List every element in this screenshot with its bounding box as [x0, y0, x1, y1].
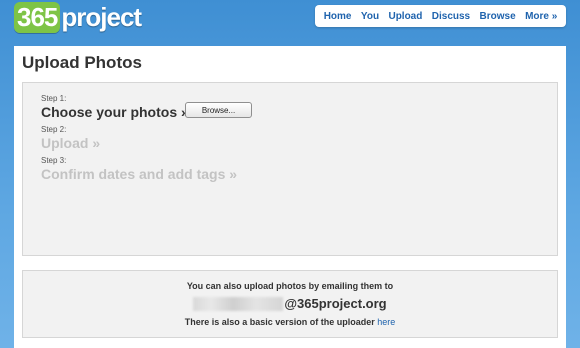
step-1-title: Choose your photos »	[41, 104, 189, 120]
upload-steps-panel: Step 1: Choose your photos » Browse... S…	[22, 82, 558, 256]
redacted-email-user	[193, 296, 284, 311]
step-2: Step 2: Upload »	[41, 125, 100, 151]
nav-home-link[interactable]: Home	[324, 11, 352, 22]
email-upload-panel: You can also upload photos by emailing t…	[22, 270, 558, 338]
basic-uploader-link[interactable]: here	[377, 317, 395, 327]
nav-discuss-link[interactable]: Discuss	[432, 11, 470, 22]
main-nav: Home You Upload Discuss Browse More »	[315, 5, 566, 27]
top-bar: 365 project Home You Upload Discuss Brows…	[0, 0, 580, 46]
page-title: Upload Photos	[22, 53, 142, 72]
step-1: Step 1: Choose your photos »	[41, 94, 189, 120]
step-3-number: Step 3:	[41, 156, 67, 165]
step-1-number: Step 1:	[41, 94, 67, 103]
nav-upload-link[interactable]: Upload	[388, 11, 422, 22]
email-intro-text: You can also upload photos by emailing t…	[186, 281, 394, 291]
basic-uploader-label: There is also a basic version of the upl…	[184, 317, 375, 327]
upload-email-address: @365project.org	[23, 296, 557, 311]
browse-button[interactable]: Browse...	[185, 102, 252, 118]
step-3-title: Confirm dates and add tags »	[41, 166, 238, 182]
site-logo[interactable]: 365 project	[14, 2, 142, 33]
step-3: Step 3: Confirm dates and add tags »	[41, 156, 237, 182]
logo-number: 365	[14, 2, 61, 33]
nav-you-link[interactable]: You	[361, 11, 379, 22]
main-content: Upload Photos Step 1: Choose your photos…	[14, 46, 566, 348]
logo-word: project	[61, 2, 142, 32]
step-2-number: Step 2:	[41, 125, 67, 134]
step-2-title: Upload »	[41, 135, 101, 151]
nav-more-link[interactable]: More »	[525, 11, 557, 22]
nav-browse-link[interactable]: Browse	[480, 11, 516, 22]
basic-uploader-text: There is also a basic version of the upl…	[23, 317, 557, 327]
email-domain: @365project.org	[284, 296, 387, 311]
